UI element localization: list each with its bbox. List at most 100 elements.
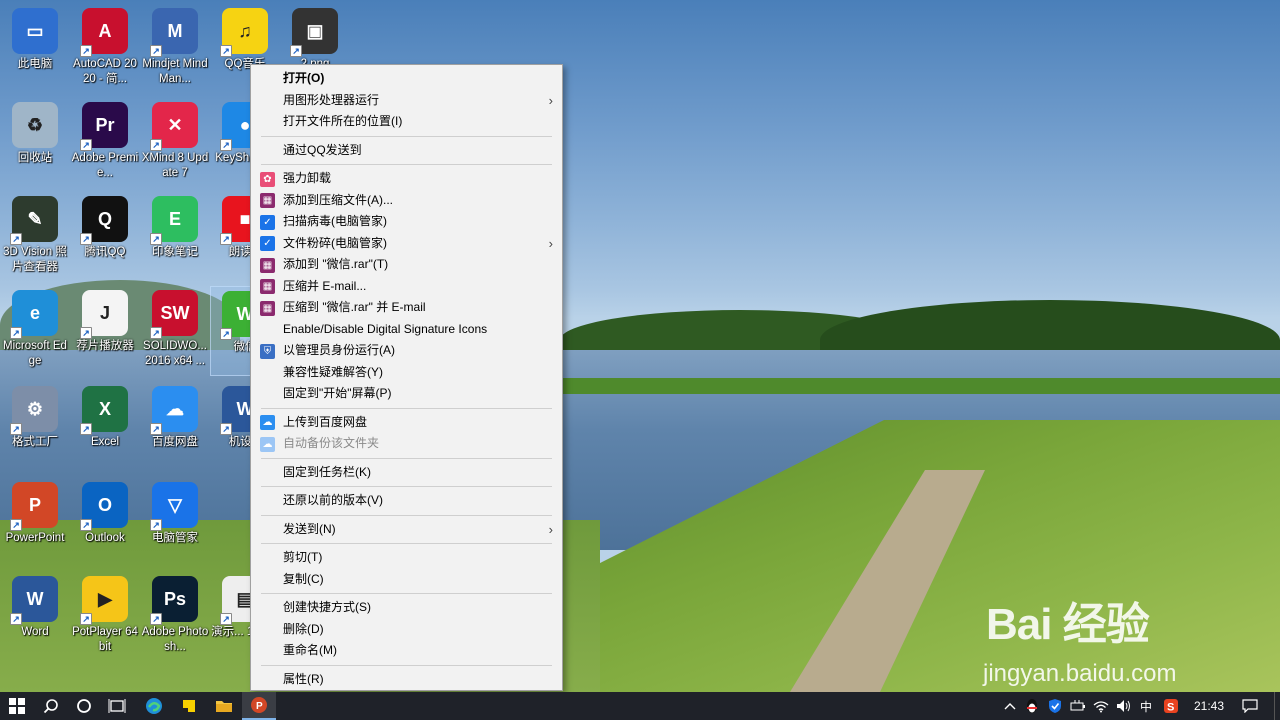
context-menu-item[interactable]: 打开文件所在的位置(I)	[251, 111, 562, 133]
desktop-app-icon: ♻	[12, 102, 58, 148]
shortcut-arrow-icon: ↗	[150, 613, 162, 625]
desktop-app-icon: ▭	[12, 8, 58, 54]
shortcut-arrow-icon: ↗	[220, 139, 232, 151]
action-center-button[interactable]	[1236, 692, 1264, 720]
baidu-netdisk-icon: ☁	[260, 415, 275, 430]
chevron-right-icon: ›	[548, 521, 553, 537]
menu-item-label: 添加到压缩文件(A)...	[283, 192, 393, 207]
cortana-button[interactable]	[67, 692, 101, 720]
context-menu-item[interactable]: ▦ 压缩并 E-mail...	[251, 276, 562, 298]
context-menu-item[interactable]: 删除(D)	[251, 619, 562, 641]
context-menu-item[interactable]: ▦ 压缩到 "微信.rar" 并 E-mail	[251, 297, 562, 319]
desktop-app-icon: ♫ ↗	[220, 8, 268, 57]
desktop-icon[interactable]: Pr ↗ Adobe Premie...	[70, 98, 140, 188]
context-menu-item[interactable]: ✓ 文件粉碎(电脑管家) ›	[251, 233, 562, 255]
context-menu-item[interactable]: 剪切(T)	[251, 547, 562, 569]
menu-separator	[261, 135, 552, 137]
tray-wifi[interactable]	[1090, 692, 1112, 720]
context-menu-item[interactable]: 兼容性疑难解答(Y)	[251, 362, 562, 384]
context-menu-item[interactable]: 创建快捷方式(S)	[251, 597, 562, 619]
context-menu-item[interactable]: 打开(O)	[251, 68, 562, 90]
desktop-icon[interactable]: ☁ ↗ 百度网盘	[140, 382, 210, 472]
task-view-button[interactable]	[100, 692, 134, 720]
desktop-icon[interactable]: E ↗ 印象笔记	[140, 192, 210, 282]
context-menu-item[interactable]: ⛨ 以管理员身份运行(A)	[251, 340, 562, 362]
context-menu-item[interactable]: 固定到"开始"屏幕(P)	[251, 383, 562, 405]
show-desktop-button[interactable]	[1274, 692, 1280, 720]
context-menu-item[interactable]: 重命名(M)	[251, 640, 562, 662]
start-button[interactable]	[0, 692, 34, 720]
desktop-icon[interactable]: ✎ ↗ 3D Vision 照片查看器	[0, 192, 70, 282]
taskbar-app-file-explorer[interactable]	[207, 692, 241, 720]
search-button[interactable]	[34, 692, 68, 720]
desktop-app-icon: Pr ↗	[80, 102, 128, 151]
desktop-icon[interactable]: ✕ ↗ XMind 8 Update 7	[140, 98, 210, 188]
tray-clock[interactable]: 21:43	[1186, 692, 1232, 720]
sticky-notes-icon	[183, 700, 195, 712]
context-menu-item[interactable]: ✓ 扫描病毒(电脑管家)	[251, 211, 562, 233]
chevron-up-icon	[1004, 703, 1016, 710]
tray-volume[interactable]	[1113, 692, 1135, 720]
desktop-icon[interactable]: W ↗ Word	[0, 572, 70, 662]
desktop-icon[interactable]: M ↗ Mindjet MindMan...	[140, 4, 210, 94]
desktop-icon[interactable]: ▽ ↗ 电脑管家	[140, 478, 210, 568]
desktop-icon[interactable]: ▭ 此电脑	[0, 4, 70, 94]
desktop-app-icon: ✎ ↗	[10, 196, 58, 245]
desktop-icon[interactable]: J ↗ 荐片播放器	[70, 286, 140, 376]
context-menu-item[interactable]: 固定到任务栏(K)	[251, 462, 562, 484]
taskbar-app-sticky-notes[interactable]	[172, 692, 206, 720]
desktop-icon[interactable]: e ↗ Microsoft Edge	[0, 286, 70, 376]
tray-pc-manager[interactable]	[1044, 692, 1066, 720]
task-view-icon	[108, 699, 126, 713]
context-menu-item[interactable]: 还原以前的版本(V)	[251, 490, 562, 512]
context-menu-item[interactable]: ▦ 添加到 "微信.rar"(T)	[251, 254, 562, 276]
shortcut-arrow-icon: ↗	[150, 519, 162, 531]
desktop-icon[interactable]: SW ↗ SOLIDWO... 2016 x64 ...	[140, 286, 210, 376]
desktop-icon[interactable]: Ps ↗ Adobe Photosh...	[140, 572, 210, 662]
desktop-icon[interactable]: ⚙ ↗ 格式工厂	[0, 382, 70, 472]
desktop-icon-label: 回收站	[17, 152, 53, 164]
powerpoint-icon: P	[251, 697, 267, 713]
tray-qq[interactable]	[1022, 692, 1042, 720]
shortcut-arrow-icon: ↗	[80, 519, 92, 531]
desktop-icon[interactable]: ▶ ↗ PotPlayer 64 bit	[70, 572, 140, 662]
tray-sogou-input[interactable]: S	[1159, 692, 1183, 720]
context-menu-item[interactable]: ▦ 添加到压缩文件(A)...	[251, 190, 562, 212]
context-menu-item[interactable]: 属性(R)	[251, 669, 562, 691]
desktop-icon-label: 腾讯QQ	[84, 246, 126, 258]
menu-item-label: 删除(D)	[283, 621, 324, 636]
windows-logo-icon	[9, 698, 25, 714]
shortcut-arrow-icon: ↗	[150, 139, 162, 151]
desktop-app-icon: A ↗	[80, 8, 128, 57]
menu-item-label: 文件粉碎(电脑管家)	[283, 235, 387, 250]
shield-icon: ✓	[260, 236, 275, 251]
desktop-icon[interactable]: A ↗ AutoCAD 2020 - 简...	[70, 4, 140, 94]
tray-ime-indicator[interactable]: 中	[1136, 692, 1156, 720]
taskbar-app-powerpoint[interactable]: P	[242, 692, 276, 720]
desktop-icon[interactable]: X ↗ Excel	[70, 382, 140, 472]
context-menu-item[interactable]: Enable/Disable Digital Signature Icons	[251, 319, 562, 341]
desktop-icon[interactable]: P ↗ PowerPoint	[0, 478, 70, 568]
desktop-app-icon: ▽ ↗	[150, 482, 198, 531]
context-menu-item[interactable]: 用图形处理器运行 ›	[251, 90, 562, 112]
desktop-icon-label: 电脑管家	[152, 532, 198, 544]
desktop-icon-label: SOLIDWO... 2016 x64 ...	[143, 340, 207, 367]
context-menu-item[interactable]: 通过QQ发送到	[251, 140, 562, 162]
context-menu-item[interactable]: ☁ 上传到百度网盘	[251, 412, 562, 434]
desktop-icon[interactable]: O ↗ Outlook	[70, 478, 140, 568]
context-menu-item[interactable]: 复制(C)	[251, 569, 562, 591]
taskbar-app-edge[interactable]	[137, 692, 171, 720]
menu-item-label: Enable/Disable Digital Signature Icons	[283, 321, 488, 336]
context-menu-item[interactable]: ✿ 强力卸载	[251, 168, 562, 190]
shortcut-arrow-icon: ↗	[150, 327, 162, 339]
menu-item-label: 固定到"开始"屏幕(P)	[283, 386, 392, 400]
menu-item-label: 还原以前的版本(V)	[283, 493, 383, 507]
desktop-icon[interactable]: Q ↗ 腾讯QQ	[70, 192, 140, 282]
menu-separator	[261, 164, 552, 165]
desktop-app-icon: ☁ ↗	[150, 386, 198, 435]
tray-power[interactable]	[1067, 692, 1089, 720]
desktop-icon[interactable]: ♻ 回收站	[0, 98, 70, 188]
menu-item-label: 打开文件所在的位置(I)	[283, 114, 403, 128]
context-menu-item[interactable]: 发送到(N) ›	[251, 519, 562, 541]
tray-overflow-chevron[interactable]	[1000, 692, 1020, 720]
